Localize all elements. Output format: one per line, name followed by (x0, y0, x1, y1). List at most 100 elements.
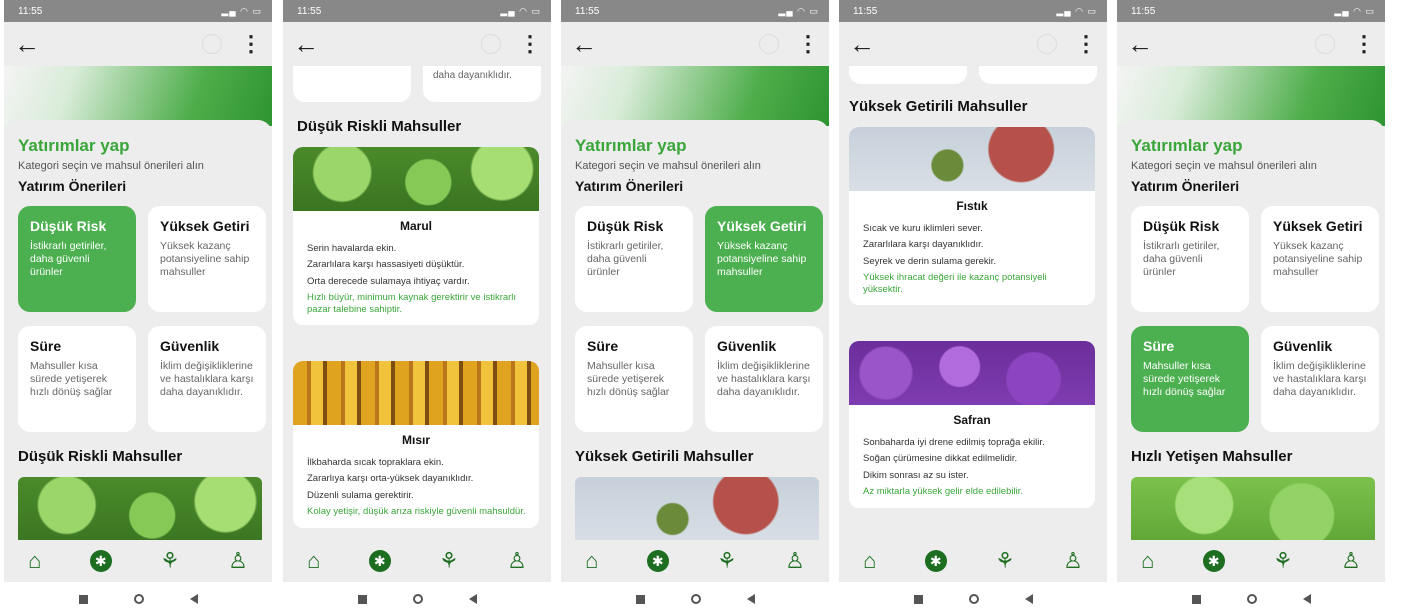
crop-info: Sıcak ve kuru iklimleri sever. (863, 223, 983, 234)
category-desc: Mahsuller kısa sürede yetişerek hızlı dö… (30, 360, 113, 399)
category-card-low-risk[interactable]: Düşük Risk İstikrarlı getiriler, daha güv… (1131, 206, 1249, 312)
profile-icon[interactable]: ♙ (228, 548, 248, 574)
plant-icon[interactable]: ⚘ (439, 548, 459, 574)
page-subtitle: Kategori seçin ve mahsul önerileri alın (18, 160, 204, 172)
category-title: Düşük Risk (1143, 218, 1220, 234)
more-vert-icon[interactable]: ⋮ (240, 33, 262, 55)
recents-button[interactable] (78, 594, 88, 604)
category-card-security[interactable]: Güvenlik İklim değişikliklerine ve hastal… (1261, 326, 1379, 432)
phone-screen-4: 11:55 ▂▄ ◠ ▭ ← ⋮ Yüksek Getirili Mahsulle… (839, 0, 1107, 616)
crop-list-title: Düşük Riskli Mahsuller (297, 118, 462, 135)
category-card-security[interactable]: Güvenlik İklim değişikliklerine ve hastal… (705, 326, 823, 432)
category-card-high-return[interactable]: Yüksek Getiri Yüksek kazanç potansiyeline… (1261, 206, 1379, 312)
accessibility-icon[interactable]: ✱ (368, 550, 391, 572)
plant-icon[interactable]: ⚘ (160, 548, 180, 574)
back-arrow-icon[interactable]: ← (849, 31, 875, 57)
category-desc: İstikrarlı getiriler, daha güvenli ürünl… (587, 240, 664, 279)
card-stub-right (979, 66, 1097, 84)
category-desc: Yüksek kazanç potansiyeline sahip mahsul… (1273, 240, 1363, 279)
category-desc: İklim değişikliklerine ve hastalıklara k… (717, 360, 811, 399)
accessibility-icon[interactable]: ✱ (646, 550, 669, 572)
home-button[interactable] (1246, 594, 1257, 604)
accessibility-icon[interactable]: ✱ (1202, 550, 1225, 572)
category-title: Yüksek Getiri (1273, 218, 1363, 234)
category-title: Yüksek Getiri (160, 218, 250, 234)
more-vert-icon[interactable]: ⋮ (1353, 33, 1375, 55)
home-button[interactable] (968, 594, 979, 604)
status-bar: 11:55 ▂▄ ◠ ▭ (561, 0, 829, 22)
bottom-nav: ⌂ ✱ ⚘ ♙ (1117, 540, 1385, 582)
page-title: Yatırımlar yap (575, 136, 687, 155)
profile-icon[interactable]: ♙ (785, 548, 805, 574)
home-icon[interactable]: ⌂ (307, 548, 320, 574)
pistachio-image (849, 127, 1095, 191)
profile-icon[interactable]: ♙ (507, 548, 527, 574)
plant-icon[interactable]: ⚘ (1273, 548, 1293, 574)
back-arrow-icon[interactable]: ← (571, 31, 597, 57)
category-card-low-risk[interactable]: Düşük Risk İstikrarlı getiriler, daha güv… (18, 206, 136, 312)
crop-info: Zararlılara karşı hassasiyeti düşüktür. (307, 259, 465, 271)
arugula-image (1131, 477, 1375, 540)
category-desc: Yüksek kazanç potansiyeline sahip mahsul… (160, 240, 250, 279)
category-title: Süre (30, 338, 62, 354)
crop-list-title: Düşük Riskli Mahsuller (18, 448, 183, 465)
category-card-duration[interactable]: Süre Mahsuller kısa sürede yetişerek hızl… (575, 326, 693, 432)
page-title: Yatırımlar yap (1131, 136, 1243, 155)
loading-circle-icon (1037, 34, 1057, 54)
crop-info: Orta derecede sulamaya ihtiyaç vardır. (307, 275, 470, 287)
category-card-duration[interactable]: Süre Mahsuller kısa sürede yetişerek hızl… (1131, 326, 1249, 432)
crop-list-title: Yüksek Getirili Mahsuller (849, 98, 1028, 115)
profile-icon[interactable]: ♙ (1063, 548, 1083, 574)
crop-info: Soğan çürümesine dikkat edilmelidir. (863, 453, 1018, 465)
accessibility-icon[interactable]: ✱ (924, 550, 947, 572)
more-vert-icon[interactable]: ⋮ (1075, 33, 1097, 55)
plant-icon[interactable]: ⚘ (995, 548, 1015, 574)
page-subtitle: Kategori seçin ve mahsul önerileri alın (1131, 160, 1317, 172)
status-icons: ▂▄ ◠ ▭ (221, 5, 262, 16)
profile-icon[interactable]: ♙ (1341, 548, 1361, 574)
back-button[interactable] (1024, 594, 1033, 604)
home-button[interactable] (690, 594, 701, 604)
back-button[interactable] (746, 594, 755, 604)
home-button[interactable] (133, 594, 144, 604)
crop-info: Serin havalarda ekin. (307, 243, 397, 254)
plant-icon[interactable]: ⚘ (717, 548, 737, 574)
app-bar: ← ⋮ (561, 22, 829, 66)
more-vert-icon[interactable]: ⋮ (797, 33, 819, 55)
back-button[interactable] (189, 594, 198, 604)
crop-card-misir[interactable]: Mısır İlkbaharda sıcak topraklara ekin. … (293, 360, 539, 528)
back-button[interactable] (1302, 594, 1311, 604)
home-icon[interactable]: ⌂ (28, 548, 41, 574)
more-vert-icon[interactable]: ⋮ (519, 33, 541, 55)
status-bar: 11:55 ▂▄ ◠ ▭ (839, 0, 1107, 22)
back-arrow-icon[interactable]: ← (14, 31, 40, 57)
back-arrow-icon[interactable]: ← (1127, 31, 1153, 57)
app-bar: ← ⋮ (839, 22, 1107, 66)
crop-card-fistik[interactable]: Fıstık Sıcak ve kuru iklimleri sever. Za… (849, 127, 1095, 305)
recents-button[interactable] (913, 594, 923, 604)
crop-card-marul[interactable]: Marul Serin havalarda ekin. Zararlılara … (293, 147, 539, 325)
crop-info: Seyrek ve derin sulama gerekir. (863, 255, 997, 267)
category-card-duration[interactable]: Süre Mahsuller kısa sürede yetişerek hızl… (18, 326, 136, 432)
crop-info: Sonbaharda iyi drene edilmiş toprağa eki… (863, 436, 1045, 448)
recents-button[interactable] (1191, 594, 1201, 604)
system-nav (1117, 582, 1385, 616)
crop-card-safran[interactable]: Safran Sonbaharda iyi drene edilmiş topr… (849, 340, 1095, 508)
category-card-security[interactable]: Güvenlik İklim değişikliklerine ve hastal… (148, 326, 266, 432)
home-icon[interactable]: ⌂ (863, 548, 876, 574)
bottom-nav: ⌂ ✱ ⚘ ♙ (561, 540, 829, 582)
category-title: Düşük Risk (587, 218, 664, 234)
recents-button[interactable] (357, 594, 367, 604)
crop-info: Düzenli sulama gerektirir. (307, 489, 414, 501)
home-button[interactable] (412, 594, 423, 604)
home-icon[interactable]: ⌂ (1141, 548, 1154, 574)
home-icon[interactable]: ⌂ (585, 548, 598, 574)
category-card-high-return[interactable]: Yüksek Getiri Yüksek kazanç potansiyeline… (148, 206, 266, 312)
page-title: Yatırımlar yap (18, 136, 130, 155)
back-arrow-icon[interactable]: ← (293, 31, 319, 57)
back-button[interactable] (468, 594, 477, 604)
category-card-high-return[interactable]: Yüksek Getiri Yüksek kazanç potansiyeline… (705, 206, 823, 312)
recents-button[interactable] (635, 594, 645, 604)
accessibility-icon[interactable]: ✱ (89, 550, 112, 572)
category-card-low-risk[interactable]: Düşük Risk İstikrarlı getiriler, daha güv… (575, 206, 693, 312)
